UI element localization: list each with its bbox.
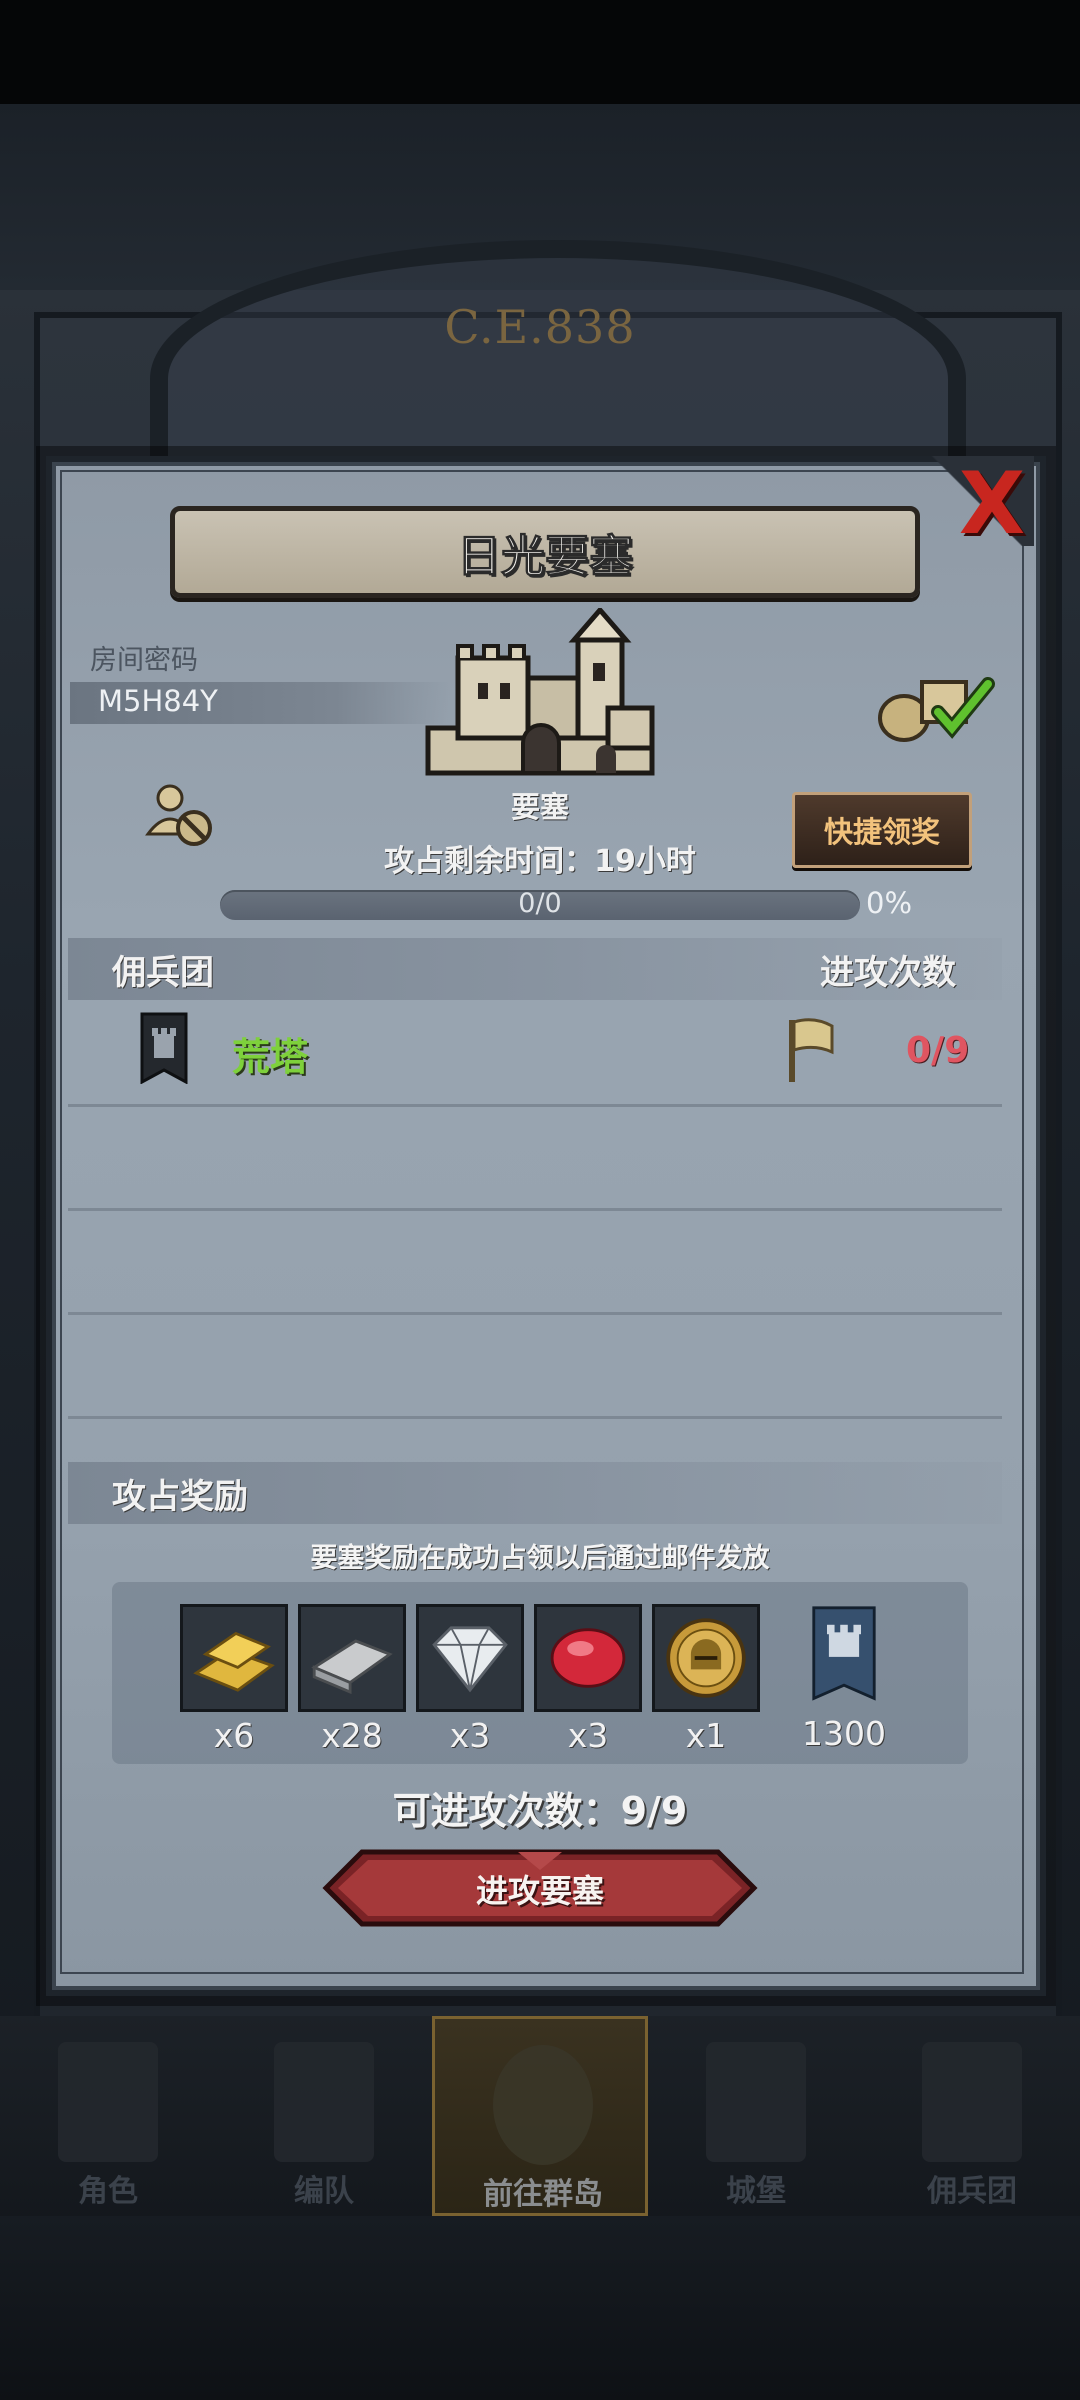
legion-attack-count: 0/9 <box>906 1030 970 1071</box>
room-code-value[interactable]: M5H84Y <box>98 684 218 718</box>
reward-item[interactable]: x3 <box>416 1604 524 1755</box>
close-icon: X <box>958 454 1026 554</box>
helmet-icon <box>274 2042 374 2162</box>
era-label: C.E.838 <box>444 300 636 354</box>
reward-item[interactable]: x3 <box>534 1604 642 1755</box>
reward-note: 要塞奖励在成功占领以后通过邮件发放 <box>310 1543 770 1574</box>
reward-item[interactable]: x1 <box>652 1604 760 1755</box>
nav-item-castle[interactable]: 城堡 <box>648 2016 864 2216</box>
nav-label: 前往群岛 <box>483 2177 603 2212</box>
nav-item-formation[interactable]: 编队 <box>216 2016 432 2216</box>
quick-claim-button[interactable]: 快捷领奖 <box>792 792 972 868</box>
reward-item[interactable]: x6 <box>180 1604 288 1755</box>
legion-section-title: 佣兵团 <box>112 953 214 993</box>
attacks-remaining: 可进攻次数：9/9 <box>392 1789 688 1833</box>
nav-item-character[interactable]: 角色 <box>0 2016 216 2216</box>
attack-count-header: 进攻次数 <box>820 953 956 993</box>
reward-item[interactable]: 1300 <box>790 1604 898 1753</box>
diamond-icon <box>416 1604 524 1712</box>
legion-name: 荒塔 <box>232 1035 309 1079</box>
nav-label: 城堡 <box>726 2174 786 2209</box>
ruby-icon <box>534 1604 642 1712</box>
nav-label: 编队 <box>294 2174 354 2209</box>
title-plate: 日光要塞 <box>170 506 920 598</box>
loot-bag-check-icon[interactable] <box>876 668 996 742</box>
mercenary-icon <box>922 2042 1022 2162</box>
user-block-icon[interactable] <box>144 782 214 848</box>
room-password-label: 房间密码 <box>90 645 198 676</box>
capture-progress-text: 0/0 <box>518 888 562 919</box>
nav-item-islands[interactable]: 前往群岛 <box>432 2016 648 2216</box>
empty-row <box>68 1312 1002 1419</box>
iron-bar-icon <box>298 1604 406 1712</box>
reward-item[interactable]: x28 <box>298 1604 406 1755</box>
helmet-coin-icon <box>652 1604 760 1712</box>
nav-item-mercenary[interactable]: 佣兵团 <box>864 2016 1080 2216</box>
reward-qty: x1 <box>685 1716 727 1755</box>
compass-icon <box>493 2045 593 2165</box>
reward-qty: 1300 <box>802 1714 886 1753</box>
fortress-icon <box>425 608 655 776</box>
attack-fortress-label: 进攻要塞 <box>475 1872 604 1910</box>
nav-label: 角色 <box>78 2174 138 2209</box>
flag-icon <box>789 1018 834 1082</box>
legion-banner-icon <box>140 1012 188 1084</box>
close-button[interactable]: X <box>950 454 1034 554</box>
reward-section-title: 攻占奖励 <box>112 1477 248 1517</box>
time-remaining-label: 攻占剩余时间：19小时 <box>384 844 696 879</box>
castle-icon <box>706 2042 806 2162</box>
dialog-title: 日光要塞 <box>457 531 634 583</box>
legion-row[interactable] <box>68 1000 1002 1107</box>
fortress-label: 要塞 <box>510 790 569 824</box>
top-black-bar <box>0 0 1080 104</box>
knight-icon <box>58 2042 158 2162</box>
gold-bar-icon <box>180 1604 288 1712</box>
empty-row <box>68 1208 1002 1315</box>
nav-label: 佣兵团 <box>927 2174 1017 2209</box>
capture-progress-percent: 0% <box>866 886 913 920</box>
bottom-background-band <box>0 2216 1080 2400</box>
empty-row <box>68 1104 1002 1211</box>
guild-banner-icon <box>812 1606 876 1701</box>
